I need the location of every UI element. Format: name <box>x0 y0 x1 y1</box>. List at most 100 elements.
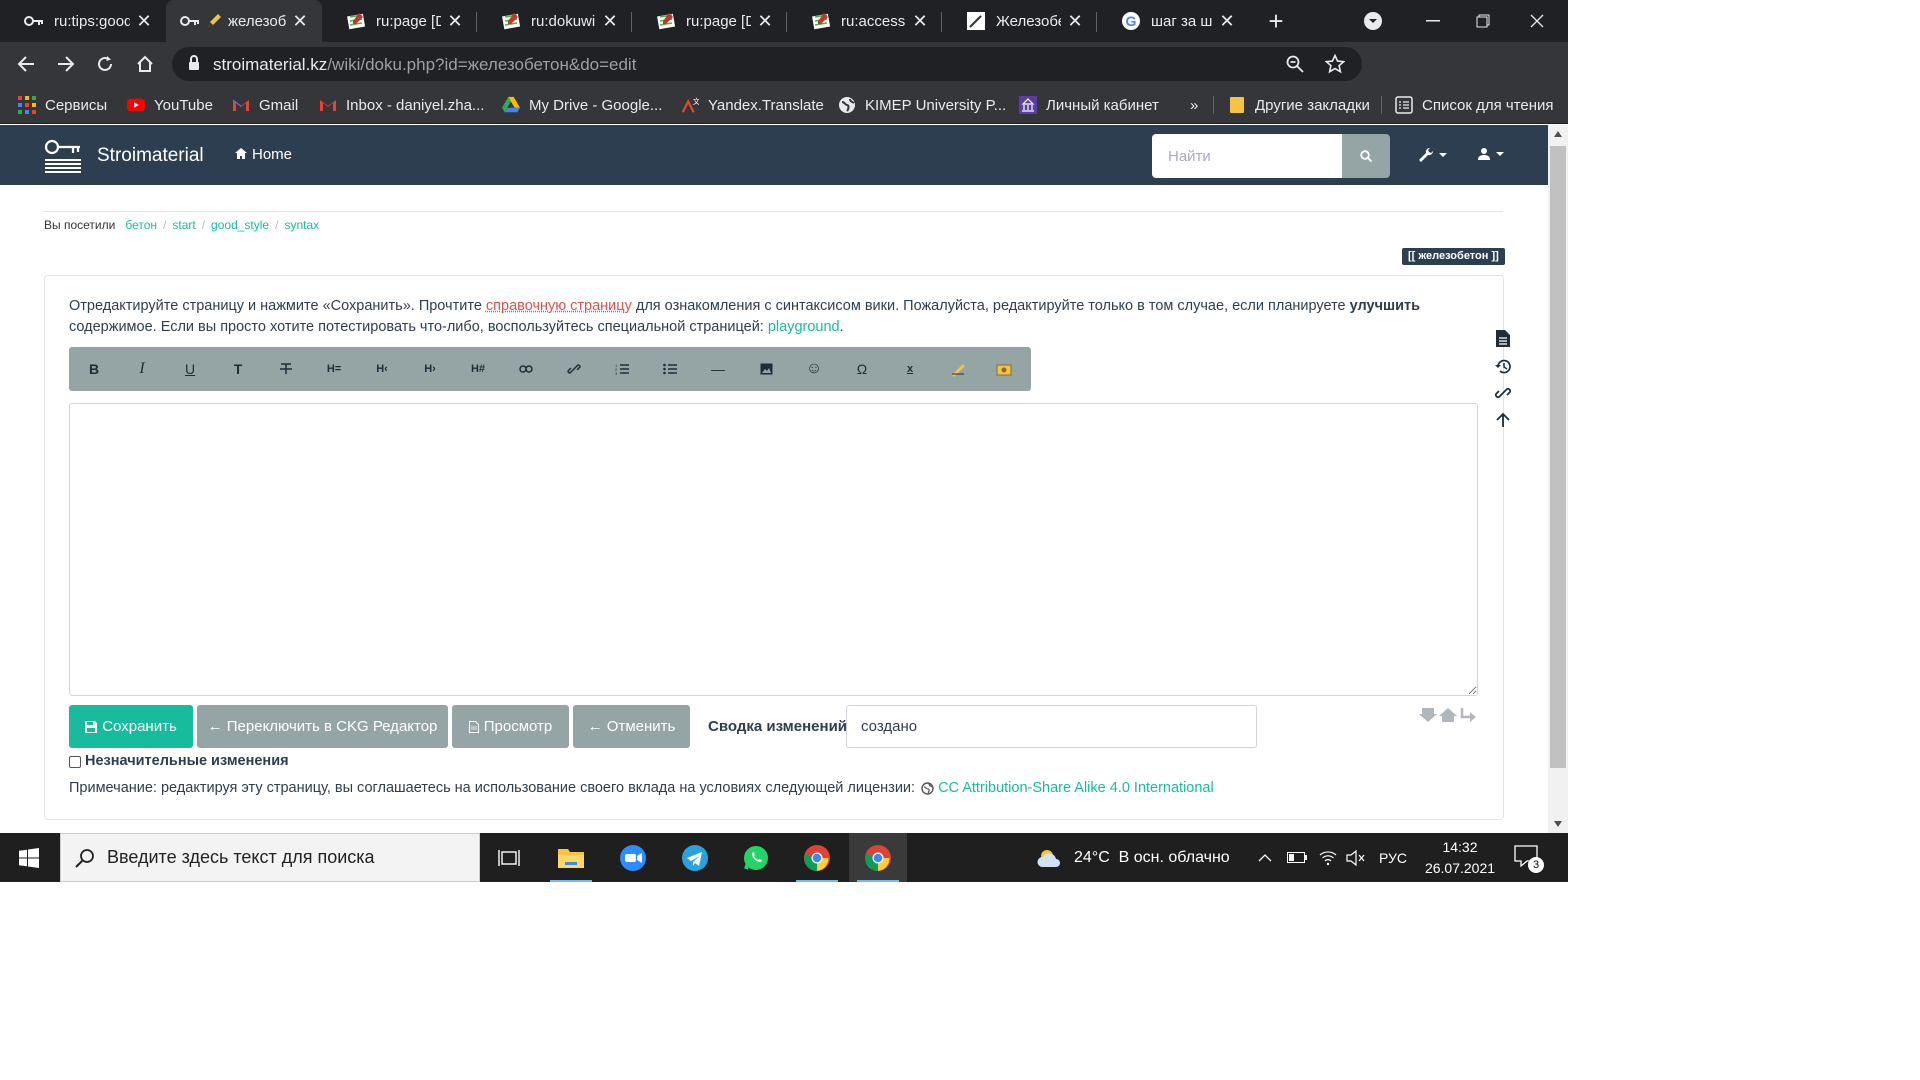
restore-window-icon[interactable] <box>1458 0 1508 42</box>
bookmark-google-drive[interactable]: My Drive - Google... <box>502 94 662 116</box>
smileys-button[interactable]: ☺ <box>801 358 827 380</box>
show-page-icon[interactable] <box>1491 326 1515 350</box>
bold-button[interactable]: B <box>81 358 107 380</box>
close-tab-icon[interactable]: ✕ <box>1217 11 1237 31</box>
browser-tab-5[interactable]: ru:page [Do ✕ <box>632 0 787 42</box>
scrollbar-thumb[interactable] <box>1550 146 1566 768</box>
monospace-button[interactable]: T <box>225 358 251 380</box>
home-icon[interactable] <box>131 50 159 78</box>
breadcrumb-link[interactable]: start <box>172 218 195 232</box>
start-button[interactable] <box>0 833 58 882</box>
subscript-button[interactable]: x <box>897 358 923 380</box>
close-tab-icon[interactable]: ✕ <box>134 11 154 31</box>
breadcrumb-link[interactable]: бетон <box>125 218 157 232</box>
special-chars-button[interactable]: Ω <box>849 358 875 380</box>
ordered-list-button[interactable]: 123 <box>609 358 635 380</box>
wiki-text-editor[interactable] <box>69 403 1478 696</box>
show-hidden-icons-button[interactable] <box>1258 833 1272 882</box>
close-tab-icon[interactable]: ✕ <box>755 11 775 31</box>
site-logo[interactable] <box>43 135 83 175</box>
scroll-up-arrow-icon[interactable] <box>1548 125 1568 143</box>
external-link-button[interactable] <box>561 358 587 380</box>
internal-link-button[interactable] <box>513 358 539 380</box>
enlarge-editor-icon[interactable] <box>1439 708 1457 727</box>
browser-tab-2[interactable]: железобетон ✕ <box>166 0 322 42</box>
browser-tab-1[interactable]: ru:tips:good ✕ <box>0 0 166 42</box>
playground-link[interactable]: playground <box>768 319 840 335</box>
preview-button[interactable]: Просмотр <box>452 705 569 748</box>
page-id-badge[interactable]: [[ железобетон ]] <box>1402 248 1505 265</box>
minor-changes-checkbox[interactable]: Незначительные изменения <box>69 753 289 769</box>
checkbox[interactable] <box>69 756 81 768</box>
volume-muted-icon[interactable] <box>1346 833 1366 882</box>
bookmark-inbox[interactable]: Inbox - daniyel.zha... <box>319 94 484 116</box>
site-search-input[interactable] <box>1152 134 1342 178</box>
cancel-button[interactable]: ← Отменить <box>573 705 690 748</box>
chrome-app-active[interactable] <box>849 833 907 882</box>
back-arrow-icon[interactable] <box>12 50 40 78</box>
telegram-app[interactable] <box>666 833 724 882</box>
browser-tab-8[interactable]: G шаг за шаг ✕ <box>1097 0 1249 42</box>
user-dropdown[interactable] <box>1477 147 1505 161</box>
close-tab-icon[interactable]: ✕ <box>910 11 930 31</box>
plugin-button[interactable] <box>991 358 1017 380</box>
close-tab-icon[interactable]: ✕ <box>290 11 310 31</box>
reading-list-button[interactable]: Список для чтения <box>1395 94 1554 116</box>
browser-tab-3[interactable]: ru:page [Do ✕ <box>322 0 477 42</box>
help-page-link[interactable]: справочную страницу <box>486 298 632 314</box>
reload-icon[interactable] <box>91 50 119 78</box>
breadcrumb-link[interactable]: good_style <box>211 218 269 232</box>
lower-heading-button[interactable]: H› <box>417 358 443 380</box>
close-window-icon[interactable] <box>1512 0 1562 42</box>
higher-heading-button[interactable]: H‹ <box>369 358 395 380</box>
site-brand[interactable]: Stroimaterial <box>97 145 204 167</box>
file-explorer-app[interactable] <box>542 833 600 882</box>
browser-tab-6[interactable]: ru:accesskey ✕ <box>787 0 942 42</box>
breadcrumb-link[interactable]: syntax <box>284 218 319 232</box>
address-bar[interactable]: stroimaterial.kz/wiki/doku.php?id=железо… <box>172 47 1362 81</box>
bookmark-kimep[interactable]: KIMEP University P... <box>838 94 1006 116</box>
bookmark-personal-cabinet[interactable]: Личный кабинет <box>1019 94 1159 116</box>
browser-tab-7[interactable]: Железобетон ✕ <box>942 0 1097 42</box>
bookmark-yandex-translate[interactable]: 文 Yandex.Translate <box>681 94 824 116</box>
browser-tab-4[interactable]: ru:dokuwiki ✕ <box>477 0 632 42</box>
add-image-button[interactable] <box>753 358 779 380</box>
italic-button[interactable]: I <box>129 358 155 380</box>
tools-dropdown[interactable] <box>1418 147 1448 163</box>
unordered-list-button[interactable] <box>657 358 683 380</box>
backlinks-icon[interactable] <box>1491 381 1515 405</box>
bookmark-star-icon[interactable] <box>1324 53 1346 75</box>
same-level-heading-button[interactable]: H= <box>321 358 347 380</box>
close-tab-icon[interactable]: ✕ <box>445 11 465 31</box>
input-language-indicator[interactable]: РУС <box>1379 833 1407 882</box>
old-revisions-icon[interactable] <box>1491 354 1515 378</box>
battery-icon[interactable] <box>1287 833 1307 882</box>
zoom-icon[interactable] <box>1284 53 1306 75</box>
taskbar-search-box[interactable]: Введите здесь текст для поиска <box>60 833 480 882</box>
close-tab-icon[interactable]: ✕ <box>600 11 620 31</box>
horizontal-rule-button[interactable]: — <box>705 358 731 380</box>
strikethrough-button[interactable] <box>273 358 299 380</box>
forward-arrow-icon[interactable] <box>52 50 80 78</box>
signature-button[interactable] <box>945 358 971 380</box>
wifi-icon[interactable] <box>1319 833 1337 882</box>
save-button[interactable]: Сохранить <box>69 705 193 748</box>
back-to-top-icon[interactable] <box>1491 408 1515 432</box>
whatsapp-app[interactable] <box>727 833 785 882</box>
more-bookmarks-button[interactable]: » <box>1190 94 1198 116</box>
site-search-button[interactable] <box>1342 134 1390 178</box>
minimize-window-icon[interactable] <box>1408 0 1458 42</box>
zoom-app[interactable] <box>604 833 662 882</box>
underline-button[interactable]: U <box>177 358 203 380</box>
page-scrollbar[interactable] <box>1548 125 1568 833</box>
weather-widget[interactable]: 24°C В осн. облачно <box>1036 833 1230 882</box>
select-heading-button[interactable]: H# <box>465 358 491 380</box>
edit-summary-input[interactable] <box>846 705 1257 748</box>
new-tab-button[interactable]: + <box>1262 8 1290 36</box>
bookmark-services[interactable]: Сервисы <box>18 94 107 116</box>
scroll-down-arrow-icon[interactable] <box>1548 815 1568 833</box>
bookmark-youtube[interactable]: YouTube <box>127 94 213 116</box>
action-center-button[interactable]: 3 <box>1514 845 1544 873</box>
close-tab-icon[interactable]: ✕ <box>1065 11 1085 31</box>
bookmark-gmail[interactable]: Gmail <box>232 94 298 116</box>
